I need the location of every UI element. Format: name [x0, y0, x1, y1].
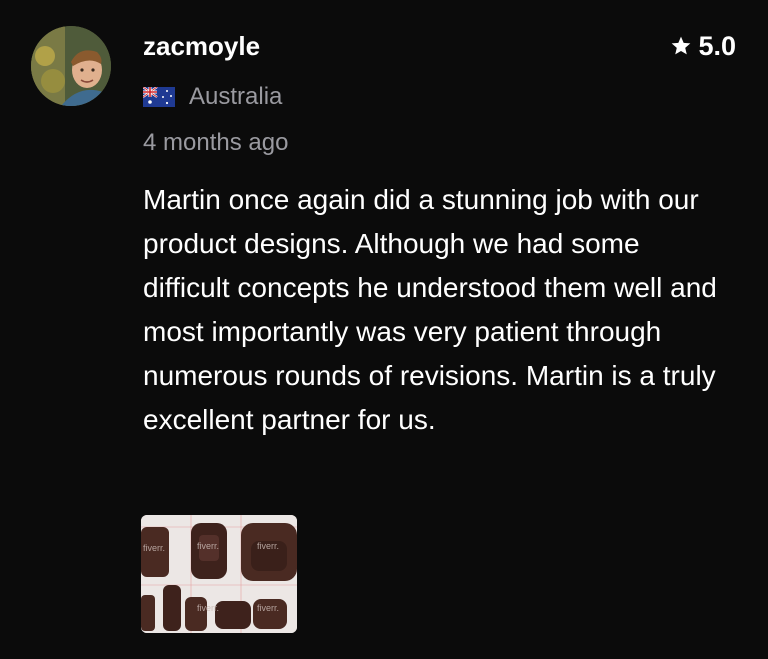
review-text: Martin once again did a stunning job wit…	[143, 184, 717, 435]
australia-flag-icon	[143, 87, 175, 107]
attachment-watermark: fiverr.	[197, 541, 219, 551]
attachment-watermark: fiverr.	[197, 603, 219, 613]
review-card: zacmoyle 5.0 Australia 4 months ago Mart…	[0, 0, 768, 659]
review-timestamp: 4 months ago	[143, 129, 289, 156]
attachment-watermark: fiverr.	[143, 543, 165, 553]
rating-value: 5.0	[698, 31, 736, 61]
country-row: Australia	[143, 82, 282, 112]
country: Australia	[189, 83, 283, 110]
rating: 5.0	[670, 29, 736, 63]
review-attachment-thumbnail[interactable]: fiverr. fiverr. fiverr. fiverr. fiverr.	[141, 515, 297, 633]
attachment-watermark: fiverr.	[257, 603, 279, 613]
attachment-watermark: fiverr.	[257, 541, 279, 551]
username[interactable]: zacmoyle	[143, 30, 260, 62]
avatar[interactable]	[31, 26, 111, 106]
star-icon	[672, 36, 691, 55]
